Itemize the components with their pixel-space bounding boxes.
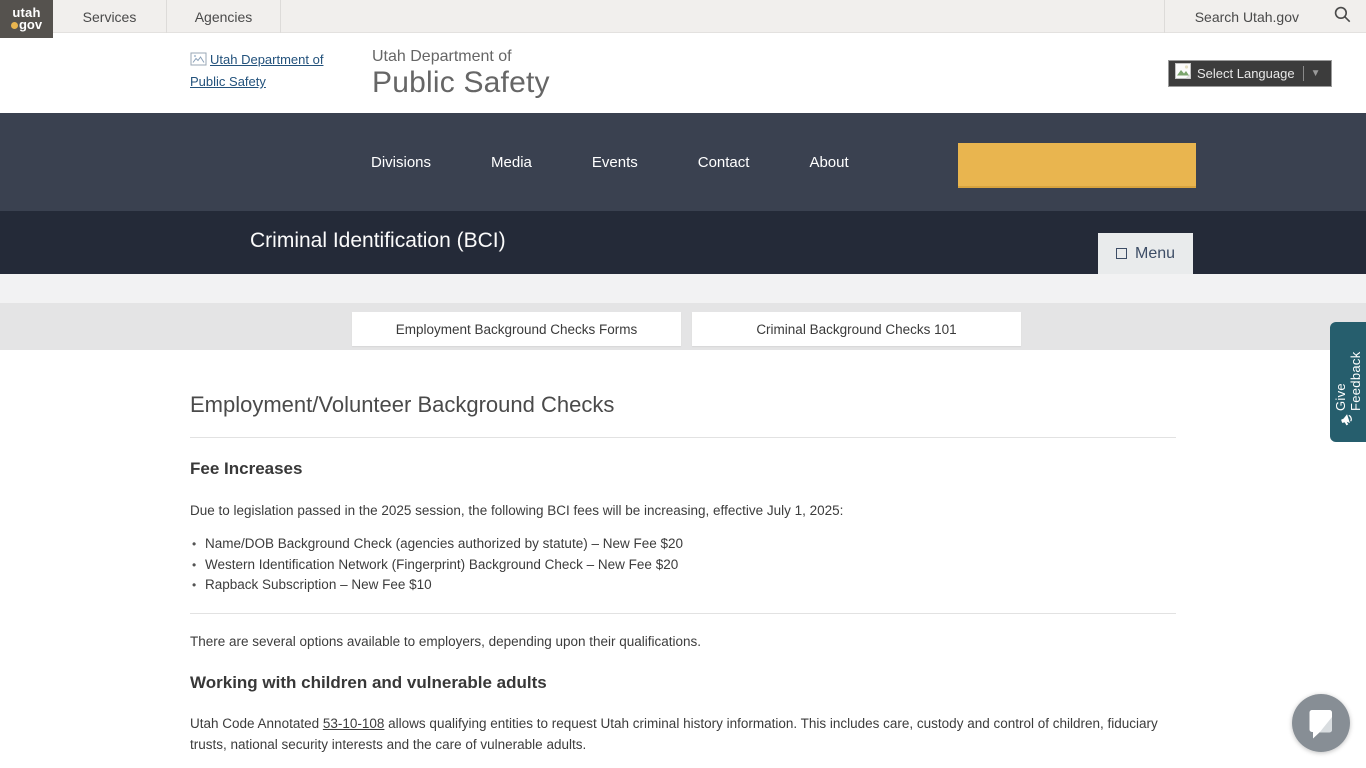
nav-item-about[interactable]: About <box>809 154 848 171</box>
nav-item-media[interactable]: Media <box>491 154 532 171</box>
utah-gov-utility-bar: Services Agencies Search Utah.gov <box>0 0 1366 33</box>
fee-list: Name/DOB Background Check (agencies auth… <box>190 534 1176 596</box>
site-title-large: Public Safety <box>372 66 550 100</box>
code-53-10-108-link[interactable]: 53-10-108 <box>323 716 385 731</box>
give-feedback-label: Give Feedback <box>1333 334 1363 411</box>
nav-item-events[interactable]: Events <box>592 154 638 171</box>
fee-increases-heading: Fee Increases <box>190 459 1176 479</box>
utah-logo-line2: gov <box>0 19 53 31</box>
page: Services Agencies Search Utah.gov utah g… <box>0 0 1366 768</box>
give-feedback-tab[interactable]: Give Feedback <box>1330 322 1366 442</box>
quicklink-band <box>0 303 1366 350</box>
site-header: Utah Department of Public Safety Utah De… <box>0 33 1366 113</box>
main-navigation: Divisions Media Events Contact About <box>0 113 1366 211</box>
nav-item-contact[interactable]: Contact <box>698 154 750 171</box>
divider <box>190 437 1176 438</box>
utility-links: Services Agencies <box>53 0 281 33</box>
search-icon[interactable] <box>1333 5 1352 29</box>
division-title: Criminal Identification (BCI) <box>250 229 506 253</box>
megaphone-icon <box>1337 409 1359 434</box>
divider <box>190 613 1176 614</box>
language-image-icon <box>1175 63 1191 84</box>
spacer-band <box>0 274 1366 303</box>
criminal-background-checks-101-button[interactable]: Criminal Background Checks 101 <box>692 312 1021 346</box>
fee-list-item: Name/DOB Background Check (agencies auth… <box>190 534 1176 555</box>
utah-gov-logo[interactable]: utah gov <box>0 0 53 38</box>
children-heading: Working with children and vulnerable adu… <box>190 673 1176 693</box>
dps-logo-broken-image-link[interactable]: Utah Department of Public Safety <box>190 50 340 92</box>
chevron-down-icon: ▼ <box>1311 68 1321 79</box>
logo-alt-text: Utah Department of Public Safety <box>190 52 323 89</box>
menu-icon <box>1116 248 1127 259</box>
fee-list-item: Rapback Subscription – New Fee $10 <box>190 575 1176 596</box>
page-title: Employment/Volunteer Background Checks <box>190 392 1176 418</box>
options-paragraph: There are several options available to e… <box>190 631 1176 652</box>
nav-item-divisions[interactable]: Divisions <box>371 154 431 171</box>
employment-background-checks-forms-button[interactable]: Employment Background Checks Forms <box>352 312 681 346</box>
broken-image-icon <box>190 52 207 72</box>
search-utah-gov[interactable]: Search Utah.gov <box>1164 0 1366 33</box>
nav-yellow-button[interactable] <box>958 143 1196 188</box>
services-link[interactable]: Services <box>53 0 167 33</box>
fee-intro-paragraph: Due to legislation passed in the 2025 se… <box>190 500 1176 521</box>
language-separator <box>1303 66 1304 81</box>
utah-logo-dot <box>11 22 18 29</box>
menu-button[interactable]: Menu <box>1098 233 1193 274</box>
site-title-small: Utah Department of <box>372 48 550 66</box>
utah-code-paragraph: Utah Code Annotated 53-10-108 allows qua… <box>190 713 1176 755</box>
fee-list-item: Western Identification Network (Fingerpr… <box>190 555 1176 576</box>
agencies-link[interactable]: Agencies <box>167 0 281 33</box>
menu-label: Menu <box>1135 245 1175 263</box>
select-language-dropdown[interactable]: Select Language ▼ <box>1168 60 1332 87</box>
division-bar: Criminal Identification (BCI) Menu <box>0 211 1366 274</box>
search-label: Search Utah.gov <box>1195 9 1299 25</box>
main-content: Employment/Volunteer Background Checks F… <box>190 350 1176 768</box>
site-title: Utah Department of Public Safety <box>372 48 550 100</box>
nav-links: Divisions Media Events Contact About <box>371 113 849 211</box>
chat-widget-button[interactable] <box>1292 694 1350 752</box>
language-label: Select Language <box>1197 66 1295 81</box>
